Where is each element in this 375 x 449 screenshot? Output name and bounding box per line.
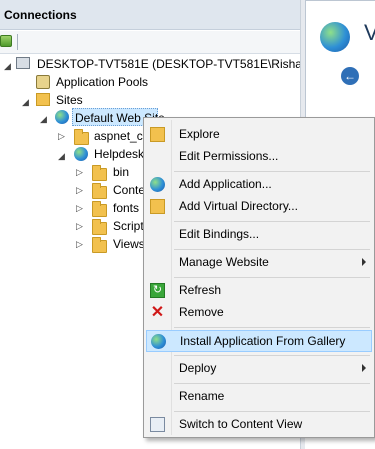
submenu-arrow-icon — [362, 364, 366, 372]
connect-icon[interactable] — [0, 35, 12, 47]
folder-icon — [92, 201, 107, 217]
tree-item-folder[interactable]: bin — [113, 165, 129, 179]
connections-header: Connections — [0, 0, 300, 30]
back-icon[interactable]: ← — [341, 67, 359, 85]
menu-item-rename[interactable]: Rename — [146, 386, 372, 408]
expand-arrow-icon[interactable]: ▷ — [76, 222, 85, 231]
gallery-icon — [151, 334, 166, 349]
content-view-icon — [150, 417, 165, 432]
sites-icon — [36, 93, 50, 106]
site-globe-icon — [320, 22, 350, 52]
collapse-arrow-icon[interactable]: ◢ — [4, 62, 13, 71]
menu-separator — [174, 277, 370, 278]
menu-separator — [174, 383, 370, 384]
context-menu: Explore Edit Permissions... Add Applicat… — [143, 117, 375, 438]
menu-item-add-application[interactable]: Add Application... — [146, 174, 372, 196]
application-pools-icon — [36, 75, 50, 89]
menu-separator — [174, 171, 370, 172]
application-icon — [74, 147, 88, 161]
menu-item-edit-bindings[interactable]: Edit Bindings... — [146, 224, 372, 246]
folder-icon — [92, 237, 107, 253]
connections-toolbar — [0, 31, 300, 54]
tree-item-folder[interactable]: Script — [113, 219, 144, 233]
tree-item-helpdesk[interactable]: Helpdesk — [94, 147, 144, 161]
menu-item-refresh[interactable]: ↻ Refresh — [146, 280, 372, 302]
tree-item-server[interactable]: DESKTOP-TVT581E (DESKTOP-TVT581E\Rishab) — [37, 57, 313, 71]
menu-item-manage-website[interactable]: Manage Website — [146, 252, 372, 274]
collapse-arrow-icon[interactable]: ◢ — [40, 115, 49, 124]
menu-item-label: Deploy — [179, 361, 217, 375]
remove-icon: ✕ — [150, 304, 165, 321]
expand-arrow-icon[interactable]: ▷ — [76, 204, 85, 213]
expand-arrow-icon[interactable]: ▷ — [76, 168, 85, 177]
menu-item-label: Manage Website — [179, 255, 269, 269]
folder-icon — [92, 165, 107, 181]
menu-item-label: Refresh — [179, 283, 222, 297]
content-title: V — [364, 20, 375, 45]
submenu-arrow-icon — [362, 258, 366, 266]
menu-separator — [174, 355, 370, 356]
menu-separator — [174, 327, 370, 328]
menu-item-edit-permissions[interactable]: Edit Permissions... — [146, 146, 372, 168]
menu-item-label: Explore — [179, 127, 220, 141]
menu-item-label: Add Application... — [179, 177, 272, 191]
tree-item-folder[interactable]: Conte — [113, 183, 145, 197]
collapse-arrow-icon[interactable]: ◢ — [58, 152, 67, 161]
menu-item-deploy[interactable]: Deploy — [146, 358, 372, 380]
server-icon — [16, 57, 30, 69]
explore-icon — [150, 127, 165, 142]
globe-icon — [55, 110, 69, 124]
menu-item-label: Edit Bindings... — [179, 227, 260, 241]
toolbar-separator — [17, 34, 18, 50]
menu-item-label: Switch to Content View — [179, 417, 303, 431]
menu-item-label: Install Application From Gallery — [180, 334, 346, 348]
expand-arrow-icon[interactable]: ▷ — [58, 132, 67, 141]
menu-item-add-virtual-directory[interactable]: Add Virtual Directory... — [146, 196, 372, 218]
collapse-arrow-icon[interactable]: ◢ — [22, 98, 31, 107]
menu-item-switch-content-view[interactable]: Switch to Content View — [146, 414, 372, 436]
content-header — [305, 0, 375, 120]
menu-item-label: Edit Permissions... — [179, 149, 279, 163]
menu-item-label: Add Virtual Directory... — [179, 199, 298, 213]
menu-item-install-from-gallery[interactable]: Install Application From Gallery — [146, 330, 372, 352]
add-virtual-directory-icon — [150, 199, 165, 214]
add-application-icon — [150, 177, 165, 192]
menu-item-label: Remove — [179, 305, 224, 319]
expand-arrow-icon[interactable]: ▷ — [76, 240, 85, 249]
menu-item-remove[interactable]: ✕ Remove — [146, 302, 372, 324]
tree-item-aspnet-client[interactable]: aspnet_cl — [94, 129, 145, 143]
folder-icon — [92, 183, 107, 199]
tree-item-folder[interactable]: fonts — [113, 201, 139, 215]
tree-item-sites[interactable]: Sites — [56, 93, 83, 107]
connections-title: Connections — [4, 8, 77, 22]
menu-item-label: Rename — [179, 389, 225, 403]
tree-item-application-pools[interactable]: Application Pools — [56, 75, 148, 89]
menu-separator — [174, 221, 370, 222]
folder-icon — [74, 129, 89, 145]
refresh-icon: ↻ — [150, 283, 165, 298]
folder-icon — [92, 219, 107, 235]
menu-separator — [174, 249, 370, 250]
menu-separator — [174, 411, 370, 412]
expand-arrow-icon[interactable]: ▷ — [76, 186, 85, 195]
tree-item-folder[interactable]: Views — [113, 237, 145, 251]
menu-item-explore[interactable]: Explore — [146, 124, 372, 146]
